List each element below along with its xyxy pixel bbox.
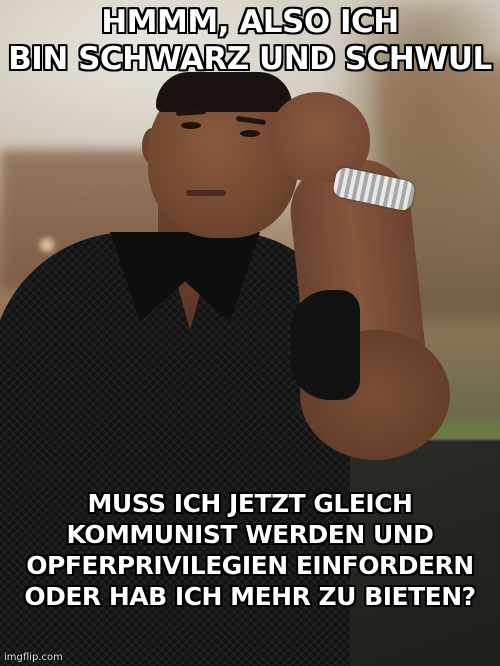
background-light <box>40 238 54 252</box>
watermark: imgflip.com <box>4 652 63 663</box>
top-caption: HMMM, ALSO ICH BIN SCHWARZ UND SCHWUL <box>8 4 492 77</box>
person-hand <box>270 92 370 182</box>
meme-image: HMMM, ALSO ICH BIN SCHWARZ UND SCHWUL MU… <box>0 0 500 666</box>
person-mouth <box>186 190 226 196</box>
bottom-caption: MUSS ICH JETZT GLEICH KOMMUNIST WERDEN U… <box>24 489 476 611</box>
person-eye <box>240 130 260 137</box>
person-eye <box>181 122 201 129</box>
person-sleeve <box>290 290 360 400</box>
person-hair <box>156 72 292 112</box>
